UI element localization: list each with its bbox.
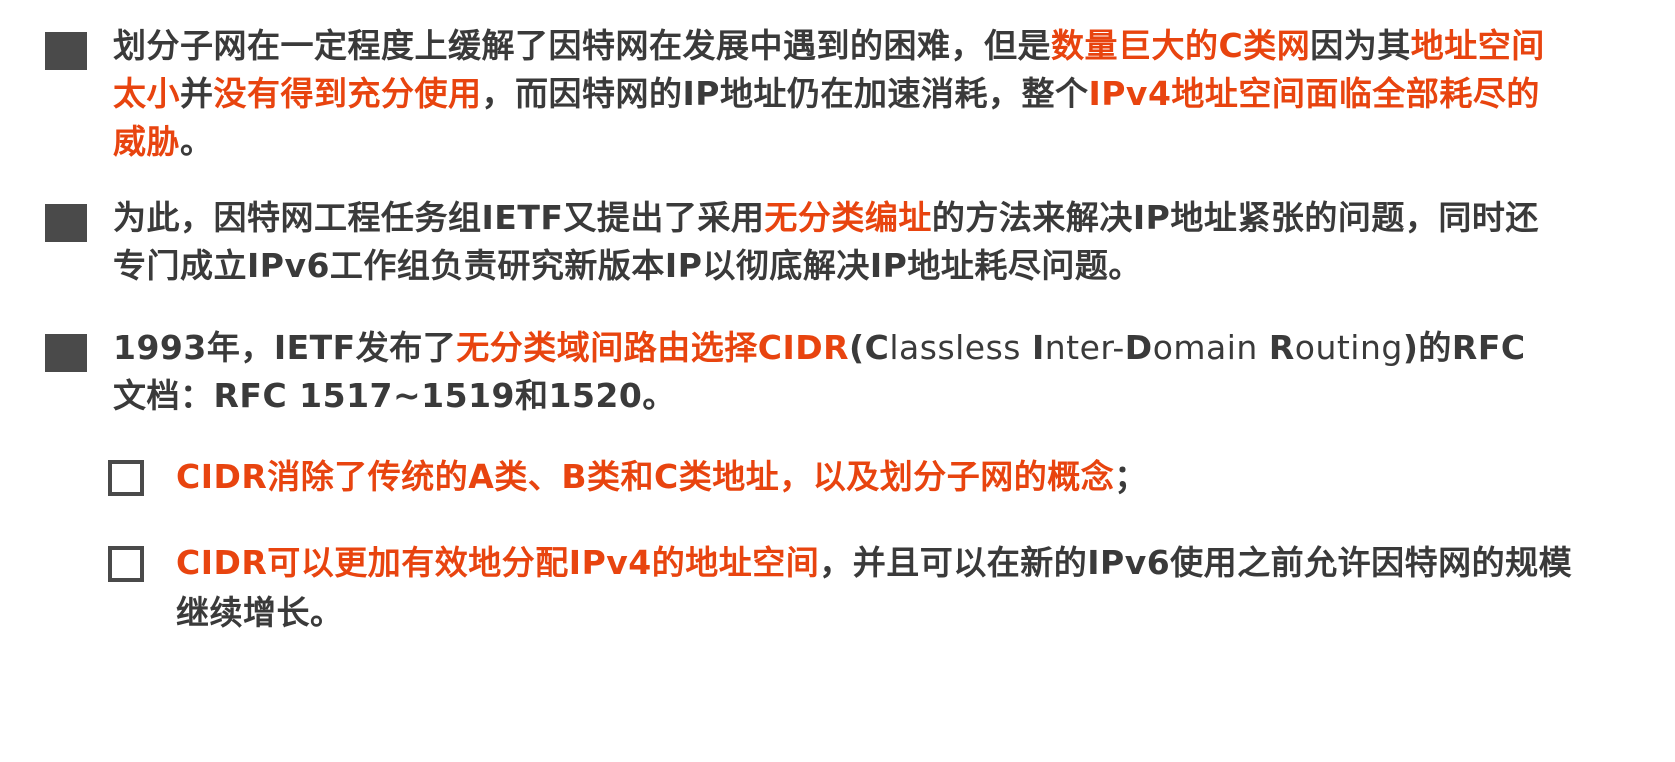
square-bullet-icon: [45, 32, 87, 70]
body-text: D: [1124, 328, 1153, 367]
body-text: ，而因特网的IP地址仍在加速消耗，整个: [481, 74, 1089, 113]
body-text: R: [1268, 328, 1295, 367]
highlighted-text: 数量巨大的C类网: [1051, 26, 1311, 65]
body-text: lassless: [889, 328, 1032, 367]
body-text: omain: [1152, 328, 1269, 367]
sub-bullet-text: CIDR消除了传统的A类、B类和C类地址，以及划分子网的概念；: [176, 452, 1576, 502]
highlighted-text: CIDR消除了传统的A类、B类和C类地址，以及划分子网的概念: [176, 457, 1115, 496]
square-bullet-icon: [45, 204, 87, 242]
bullet-text: 为此，因特网工程任务组IETF又提出了采用无分类编址的方法来解决IP地址紧张的问…: [113, 194, 1553, 290]
highlighted-text: 没有得到充分使用: [213, 74, 482, 113]
hollow-square-bullet-icon: [108, 460, 144, 496]
body-text: 1993年，IETF发布了: [113, 328, 457, 367]
body-text: 为此，因特网工程任务组IETF又提出了采用: [113, 198, 765, 237]
square-bullet-icon: [45, 334, 87, 372]
body-text: outing: [1294, 328, 1403, 367]
highlighted-text: CIDR可以更加有效地分配IPv4的地址空间: [176, 543, 820, 582]
body-text: (C: [849, 328, 890, 367]
bullet-text: 划分子网在一定程度上缓解了因特网在发展中遇到的困难，但是数量巨大的C类网因为其地…: [113, 22, 1553, 166]
body-text: ；: [1114, 457, 1148, 496]
body-text: 。: [180, 122, 214, 161]
body-text: 因为其: [1310, 26, 1411, 65]
body-text: 并: [180, 74, 214, 113]
body-text: 划分子网在一定程度上缓解了因特网在发展中遇到的困难，但是: [113, 26, 1051, 65]
body-text: nter-: [1044, 328, 1125, 367]
highlighted-text: 无分类域间路由选择CIDR: [456, 328, 850, 367]
highlighted-text: 无分类编址: [764, 198, 932, 237]
body-text: I: [1031, 328, 1045, 367]
slide: 划分子网在一定程度上缓解了因特网在发展中遇到的困难，但是数量巨大的C类网因为其地…: [0, 0, 1675, 762]
sub-bullet-text: CIDR可以更加有效地分配IPv4的地址空间，并且可以在新的IPv6使用之前允许…: [176, 538, 1576, 638]
hollow-square-bullet-icon: [108, 546, 144, 582]
bullet-text: 1993年，IETF发布了无分类域间路由选择CIDR(Classless Int…: [113, 324, 1553, 420]
